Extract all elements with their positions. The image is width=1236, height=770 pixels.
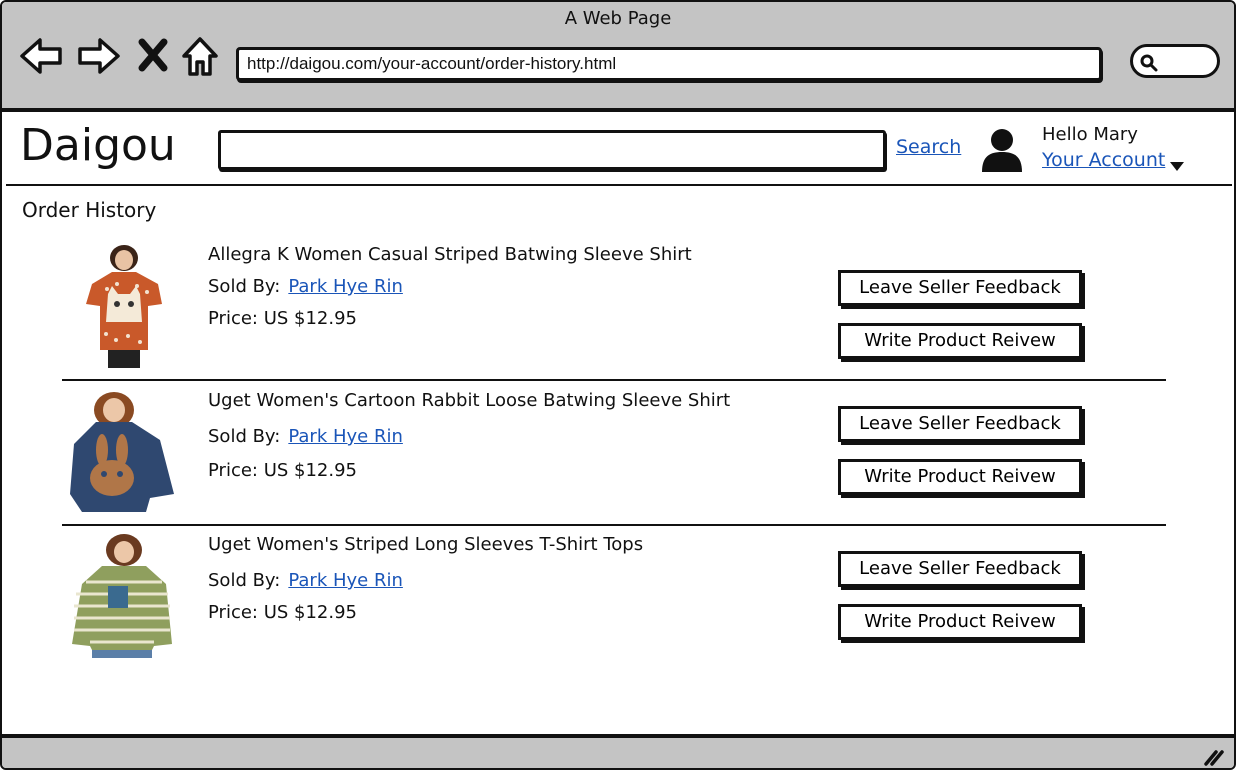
leave-seller-feedback-button[interactable]: Leave Seller Feedback — [838, 270, 1082, 306]
order-item: Uget Women's Striped Long Sleeves T-Shir… — [2, 534, 1234, 674]
window-title: A Web Page — [564, 8, 672, 29]
search-icon — [1140, 54, 1158, 72]
order-divider — [62, 524, 1166, 526]
browser-search-field[interactable] — [1130, 44, 1220, 78]
sold-by-label: Sold By: — [208, 276, 281, 297]
product-image[interactable] — [62, 534, 182, 660]
user-avatar-icon — [980, 126, 1024, 178]
page-title: Order History — [22, 198, 157, 222]
product-name[interactable]: Allegra K Women Casual Striped Batwing S… — [208, 244, 692, 265]
product-name[interactable]: Uget Women's Cartoon Rabbit Loose Batwin… — [208, 390, 730, 411]
product-price: Price: US $12.95 — [208, 308, 358, 329]
seller-link[interactable]: Park Hye Rin — [288, 426, 403, 447]
back-arrow-icon[interactable] — [18, 34, 64, 78]
leave-seller-feedback-button[interactable]: Leave Seller Feedback — [838, 406, 1082, 442]
site-logo[interactable]: Daigou — [20, 120, 176, 171]
sold-by: Sold By: Park Hye Rin — [208, 426, 403, 447]
product-image[interactable] — [62, 390, 182, 516]
greeting-text: Hello Mary — [1042, 124, 1138, 145]
url-bar[interactable]: http://daigou.com/your-account/order-his… — [236, 47, 1102, 81]
order-item: Uget Women's Cartoon Rabbit Loose Batwin… — [2, 390, 1234, 530]
home-icon[interactable] — [178, 34, 224, 78]
header-divider — [6, 184, 1232, 186]
your-account-link[interactable]: Your Account — [1042, 149, 1165, 171]
status-bar — [2, 734, 1234, 768]
seller-link[interactable]: Park Hye Rin — [288, 570, 403, 591]
sold-by: Sold By: Park Hye Rin — [208, 570, 403, 591]
write-product-review-button[interactable]: Write Product Reivew — [838, 604, 1082, 640]
browser-window: A Web Page http://daigou.com/your-accoun… — [0, 0, 1236, 770]
write-product-review-button[interactable]: Write Product Reivew — [838, 459, 1082, 495]
product-price: Price: US $12.95 — [208, 602, 358, 623]
seller-link[interactable]: Park Hye Rin — [288, 276, 403, 297]
write-product-review-button[interactable]: Write Product Reivew — [838, 323, 1082, 359]
product-name[interactable]: Uget Women's Striped Long Sleeves T-Shir… — [208, 534, 643, 555]
order-item: Allegra K Women Casual Striped Batwing S… — [2, 244, 1234, 384]
site-search-input[interactable] — [218, 130, 886, 170]
order-divider — [62, 379, 1166, 381]
forward-arrow-icon[interactable] — [76, 34, 122, 78]
search-link[interactable]: Search — [896, 136, 961, 158]
resize-grip-icon[interactable] — [1202, 748, 1224, 768]
close-icon[interactable] — [134, 34, 172, 78]
chevron-down-icon[interactable] — [1170, 157, 1184, 176]
sold-by-label: Sold By: — [208, 570, 281, 591]
product-image[interactable] — [62, 244, 182, 370]
leave-seller-feedback-button[interactable]: Leave Seller Feedback — [838, 551, 1082, 587]
sold-by: Sold By: Park Hye Rin — [208, 276, 403, 297]
product-price: Price: US $12.95 — [208, 460, 358, 481]
browser-chrome: A Web Page http://daigou.com/your-accoun… — [2, 2, 1234, 112]
sold-by-label: Sold By: — [208, 426, 281, 447]
